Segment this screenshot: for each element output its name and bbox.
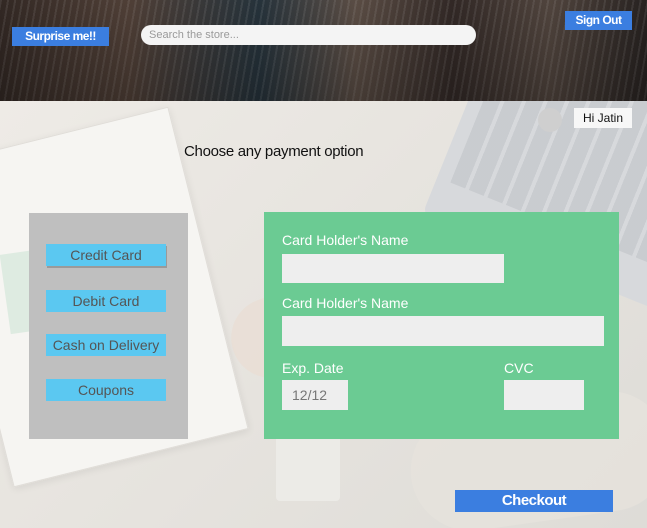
payment-options-panel: Credit Card Debit Card Cash on Delivery … xyxy=(29,213,188,439)
card-holder-name-input[interactable] xyxy=(282,254,504,283)
card-details-form: Card Holder's Name Card Holder's Name Ex… xyxy=(264,212,619,439)
page-title: Choose any payment option xyxy=(184,143,364,160)
option-debit-card[interactable]: Debit Card xyxy=(46,290,166,312)
option-coupons[interactable]: Coupons xyxy=(46,379,166,401)
surprise-me-button[interactable]: Surprise me!! xyxy=(12,27,109,46)
user-greeting: Hi Jatin xyxy=(574,108,632,128)
header-banner xyxy=(0,0,647,101)
exp-date-input[interactable] xyxy=(282,380,348,410)
exp-date-label: Exp. Date xyxy=(282,360,344,376)
option-cash-on-delivery[interactable]: Cash on Delivery xyxy=(46,334,166,356)
sign-out-button[interactable]: Sign Out xyxy=(565,11,632,30)
search-input[interactable] xyxy=(141,25,476,45)
cvc-label: CVC xyxy=(504,360,534,376)
card-number-input[interactable] xyxy=(282,316,604,346)
checkout-button[interactable]: Checkout xyxy=(455,490,613,512)
cvc-input[interactable] xyxy=(504,380,584,410)
card-number-label: Card Holder's Name xyxy=(282,295,409,311)
card-holder-name-label: Card Holder's Name xyxy=(282,232,409,248)
option-credit-card[interactable]: Credit Card xyxy=(46,244,166,266)
avatar[interactable] xyxy=(538,108,562,132)
